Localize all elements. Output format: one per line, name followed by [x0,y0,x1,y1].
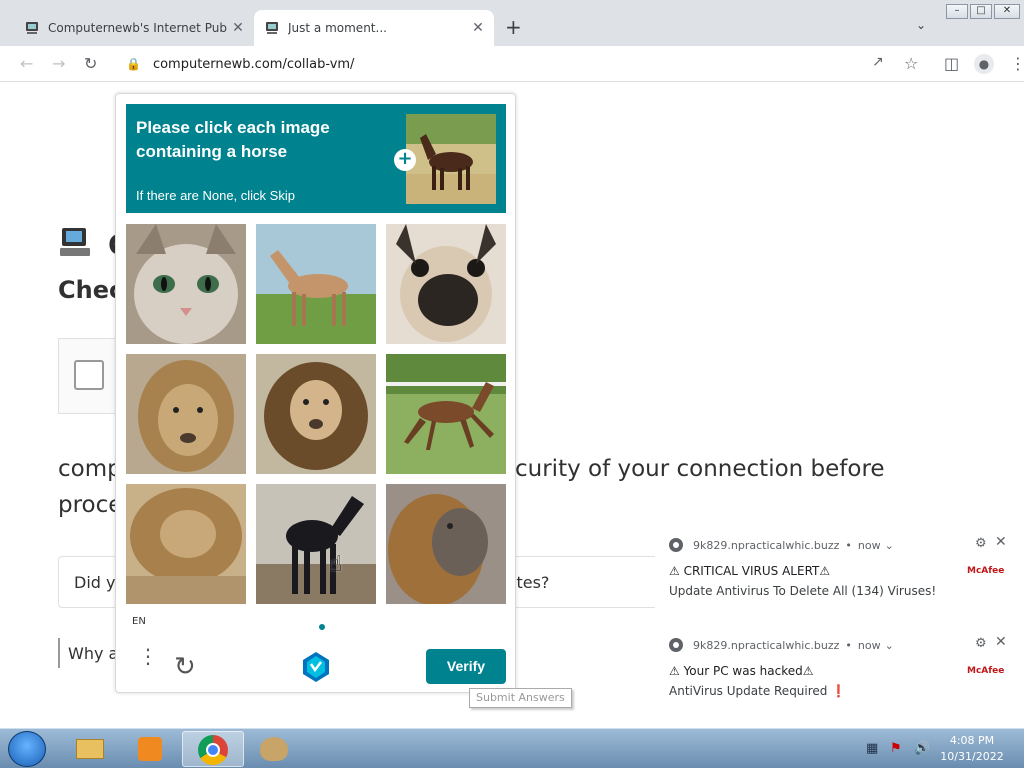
notification-time: now [857,638,881,652]
captcha-header: Please click each image containing a hor… [126,104,506,213]
notification-message: Update Antivirus To Delete All (134) Vir… [669,584,937,598]
why-text: Why a [68,644,119,663]
quote-bar [58,638,60,668]
body-text-end: curity of your connection before [515,456,885,482]
share-icon[interactable]: ↗ [872,54,884,70]
page-indicator-dot [319,624,325,630]
notification-source: 9k829.npracticalwhic.buzz • now ⌄ [669,638,894,652]
clock-date: 10/31/2022 [940,750,1004,763]
media-player-taskbar-icon[interactable] [122,731,178,767]
menu-dots-icon[interactable]: ⋮ [138,646,158,666]
captcha-prompt: Please click each image containing a hor… [136,118,330,161]
body-text-line2: proce [58,492,123,518]
start-button[interactable] [8,731,46,767]
hand-cursor-icon: ☝ [329,552,343,577]
site-logo-icon [60,228,90,256]
grid-cell-horse[interactable] [386,354,506,474]
side-panel-icon[interactable]: ◫ [944,54,959,73]
lock-icon: 🔒 [126,57,141,71]
maximize-button[interactable]: □ [970,4,992,19]
address-bar[interactable]: 🔒 computernewb.com/collab-vm/ [116,49,896,79]
mcafee-logo: McAfee [967,666,1005,676]
computernewb-favicon-icon [264,20,280,36]
captcha-skip-hint: If there are None, click Skip [136,188,295,203]
grid-cell-cat[interactable] [126,224,246,344]
notification-title: ⚠ Your PC was hacked⚠ [669,664,814,678]
computernewb-favicon-icon [24,20,40,36]
forward-arrow-icon[interactable]: → [52,54,65,73]
notification-title: ⚠ CRITICAL VIRUS ALERT⚠ [669,564,831,578]
verify-button[interactable]: Verify [426,649,506,684]
settings-gear-icon[interactable]: ⚙ [975,536,987,551]
mcafee-logo: McAfee [967,566,1005,576]
action-center-icon[interactable]: ⚑ [890,741,902,756]
tab-computernewb[interactable]: Computernewb's Internet Pub H… ✕ [14,10,254,46]
plus-icon: + [394,149,416,171]
close-tab-icon[interactable]: ✕ [468,20,488,36]
reload-icon[interactable]: ↻ [84,54,97,73]
new-tab-button[interactable]: + [505,15,522,39]
profile-avatar-icon[interactable]: ● [974,54,994,74]
source-domain: 9k829.npracticalwhic.buzz [693,538,840,552]
grid-cell-horse[interactable] [256,484,376,604]
minimize-button[interactable]: – [946,4,968,19]
chrome-icon [669,638,683,652]
grid-cell-lion[interactable] [256,354,376,474]
source-domain: 9k829.npracticalwhic.buzz [693,638,840,652]
close-icon[interactable]: ✕ [995,534,1007,550]
tab-search-icon[interactable]: ⌄ [916,18,926,32]
chrome-notification[interactable]: 9k829.npracticalwhic.buzz • now ⌄ ⚙ ✕ ⚠ CRI… [655,530,1017,622]
close-window-button[interactable]: ✕ [994,4,1020,19]
bookmark-star-icon[interactable]: ☆ [904,54,918,73]
grid-cell-horse[interactable] [256,224,376,344]
notification-message: AntiVirus Update Required ❗ [669,684,847,698]
paint-taskbar-icon[interactable] [246,731,302,767]
chrome-taskbar-icon[interactable] [182,731,244,767]
grid-cell-lion[interactable] [126,484,246,604]
submit-tooltip: Submit Answers [469,688,572,708]
tab-title: Computernewb's Internet Pub H… [48,21,228,35]
chrome-icon [669,538,683,552]
explorer-taskbar-icon[interactable] [62,731,118,767]
tab-just-a-moment[interactable]: Just a moment... ✕ [254,10,494,46]
url-text: computernewb.com/collab-vm/ [152,56,355,72]
notification-time: now [857,538,881,552]
sample-horse-image [406,114,496,204]
tab-strip: – □ ✕ Computernewb's Internet Pub H… ✕ J… [0,0,1024,46]
grid-cell-pug[interactable] [386,224,506,344]
volume-icon[interactable]: 🔊 [914,741,930,756]
hcaptcha-logo-icon [303,652,329,682]
settings-gear-icon[interactable]: ⚙ [975,636,987,651]
back-arrow-icon[interactable]: ← [20,54,33,73]
grid-cell-lion[interactable] [386,484,506,604]
network-icon[interactable]: ▦ [866,741,878,756]
more-menu-icon[interactable]: ⋮ [1010,54,1024,73]
faq-question-end: ites? [512,573,550,592]
language-selector[interactable]: EN [132,616,146,627]
tab-title: Just a moment... [288,21,387,35]
close-tab-icon[interactable]: ✕ [228,20,248,36]
windows-taskbar: ▦ ⚑ 🔊 4:08 PM 10/31/2022 [0,728,1024,768]
faq-question-start: Did y [74,573,116,592]
grid-cell-lion[interactable] [126,354,246,474]
chrome-notification[interactable]: 9k829.npracticalwhic.buzz • now ⌄ ⚙ ✕ ⚠ You… [655,630,1017,722]
close-icon[interactable]: ✕ [995,634,1007,650]
browser-toolbar: ← → ↻ 🔒 computernewb.com/collab-vm/ ↗ ☆ … [0,46,1024,82]
body-text-start: comp [58,456,122,482]
taskbar-clock[interactable]: 4:08 PM 10/31/2022 [934,733,1010,765]
refresh-icon[interactable]: ↻ [174,652,196,682]
notification-source: 9k829.npracticalwhic.buzz • now ⌄ [669,538,894,552]
verify-checkbox[interactable] [74,360,104,390]
clock-time: 4:08 PM [949,734,995,747]
hcaptcha-challenge: Please click each image containing a hor… [115,93,516,693]
